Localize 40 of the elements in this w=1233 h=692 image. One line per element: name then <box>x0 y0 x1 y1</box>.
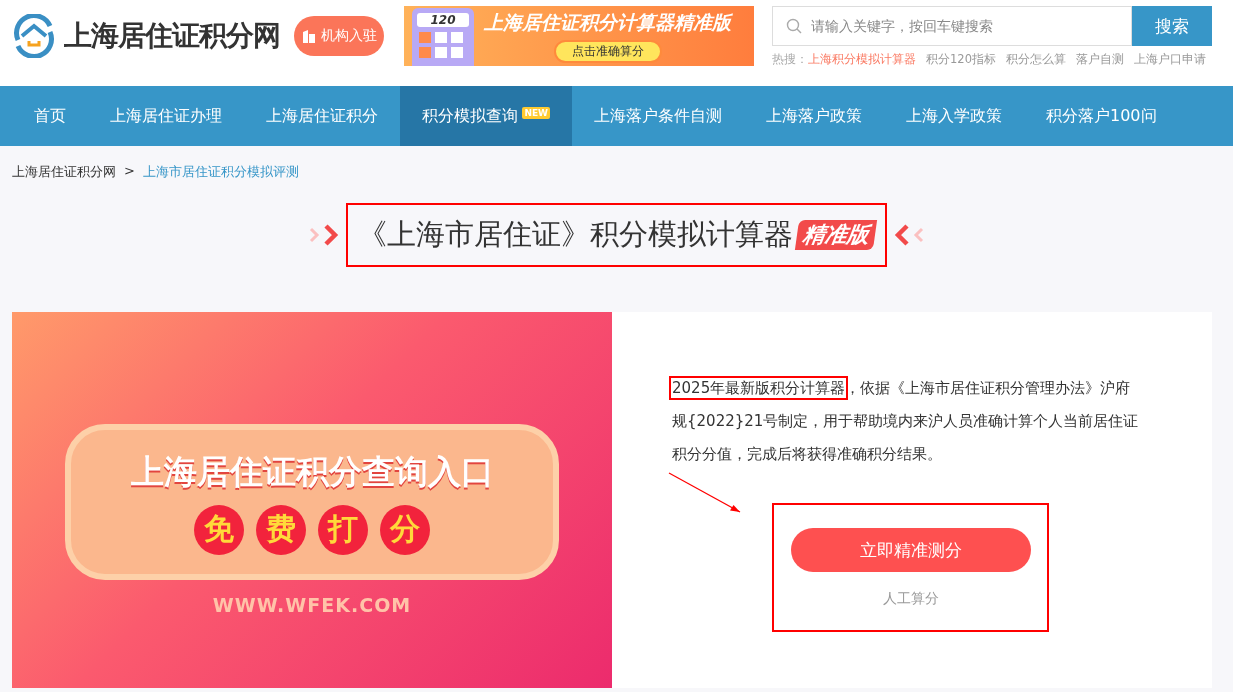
intro-paragraph: 2025年最新版积分计算器，依据《上海市居住证积分管理办法》沪府规{2022}21号制定，用于帮助境内来沪人员准确计算个人当前居住证积分分值，完成后将获得准确积分结果。 <box>672 372 1140 471</box>
ad-title: 上海居住证积分计算器精准版 <box>484 9 731 35</box>
breadcrumb-link[interactable]: 上海市居住证积分模拟评测 <box>142 163 299 190</box>
new-badge: NEW <box>522 107 550 119</box>
page-title: 《上海市居住证》积分模拟计算器 <box>358 216 793 253</box>
breadcrumb-link[interactable]: 上海居住证积分网 <box>12 163 116 190</box>
hot-search-label: 热搜： <box>772 52 808 67</box>
promo-url: WWW.WFEK.COM <box>212 594 412 616</box>
calculator-drawing: 120 <box>412 8 474 66</box>
nav-tab[interactable]: 首页 <box>12 86 88 146</box>
join-button[interactable]: 机构入驻 <box>294 16 384 56</box>
promo-chip: 免 <box>194 504 244 555</box>
hot-search-link[interactable]: 上海积分模拟计算器 <box>808 52 916 67</box>
site-logo-text[interactable]: 上海居住证积分网 <box>64 17 280 55</box>
breadcrumb-separator: > <box>124 163 135 180</box>
ad-cta-button[interactable]: 点击准确算分 <box>553 39 662 63</box>
hot-search-link[interactable]: 上海户口申请 <box>1133 52 1206 67</box>
start-test-button[interactable]: 立即精准测分 <box>790 528 1031 572</box>
house-logo-icon <box>12 14 56 58</box>
search-icon <box>786 18 802 34</box>
manual-calc-link[interactable]: 人工算分 <box>882 590 939 608</box>
nav-tab[interactable]: 上海落户政策 <box>744 86 884 146</box>
hot-search-link[interactable]: 落户自测 <box>1075 52 1124 67</box>
promo-chip: 打 <box>318 504 368 555</box>
nav-tab[interactable]: 积分落户100问 <box>1024 86 1179 146</box>
building-icon <box>301 28 317 44</box>
hot-search-link[interactable]: 积分120指标 <box>926 52 996 67</box>
ad-banner[interactable]: 120 上海居住证积分计算器精准版 点击准确算分 <box>404 6 754 66</box>
edition-tag: 精准版 <box>794 220 878 250</box>
nav-tab[interactable]: 上海落户条件自测 <box>572 86 744 146</box>
nav-tab[interactable]: 积分模拟查询 NEW <box>400 86 572 146</box>
hot-search-link[interactable]: 积分怎么算 <box>1005 52 1066 67</box>
promo-headline: 上海居住证积分查询入口 <box>130 450 494 493</box>
promo-chip: 分 <box>380 504 430 555</box>
search-button[interactable]: 搜索 <box>1132 6 1212 46</box>
search-field[interactable]: 请输入关键字，按回车键搜索 <box>772 6 1132 46</box>
nav-tab[interactable]: 上海居住证办理 <box>88 86 244 146</box>
nav-tab[interactable]: 上海居住证积分 <box>244 86 400 146</box>
promo-chip: 费 <box>256 504 306 555</box>
nav-tab[interactable]: 上海入学政策 <box>884 86 1024 146</box>
